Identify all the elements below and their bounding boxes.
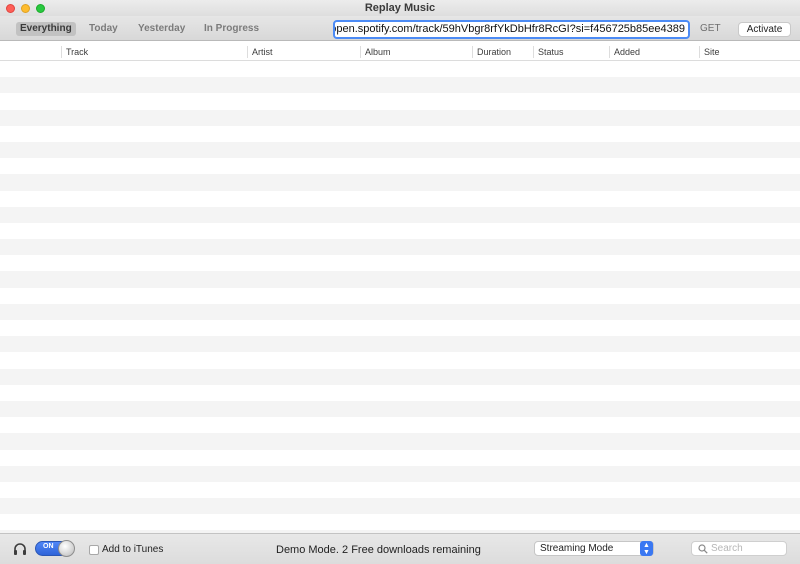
empty-row [0, 77, 800, 94]
close-window-button[interactable] [6, 4, 15, 13]
table-header: Track Artist Album Duration Status Added… [0, 42, 800, 61]
column-header-album[interactable]: Album [360, 46, 391, 58]
search-box[interactable] [691, 541, 787, 556]
empty-row [0, 336, 800, 353]
tab-yesterday[interactable]: Yesterday [134, 22, 189, 36]
window-title: Replay Music [364, 2, 436, 14]
empty-row [0, 93, 800, 110]
tab-in-progress[interactable]: In Progress [200, 22, 263, 36]
tab-today[interactable]: Today [85, 22, 122, 36]
empty-row [0, 141, 800, 159]
empty-row [0, 498, 800, 515]
toggle-label: ON [43, 543, 54, 550]
toolbar: Everything Today Yesterday In Progress s… [0, 16, 800, 41]
toggle-knob-icon [58, 540, 75, 557]
app-window: Replay Music Everything Today Yesterday … [0, 0, 800, 564]
empty-row [0, 481, 800, 499]
empty-row [0, 255, 800, 272]
activate-button[interactable]: Activate [738, 22, 791, 37]
search-input[interactable] [711, 542, 785, 555]
get-button[interactable]: GET [700, 23, 721, 34]
bottom-bar: ON Add to iTunes Demo Mode. 2 Free downl… [0, 533, 800, 564]
empty-row [0, 125, 800, 142]
empty-row [0, 222, 800, 240]
empty-row [0, 174, 800, 191]
url-input[interactable]: s://open.spotify.com/track/59hVbgr8rfYkD… [333, 20, 690, 39]
empty-row [0, 320, 800, 337]
headphones-icon[interactable] [13, 542, 27, 556]
tab-everything[interactable]: Everything [16, 22, 76, 36]
mode-select-value: Streaming Mode [540, 543, 614, 554]
track-list[interactable] [0, 61, 800, 533]
column-header-track[interactable]: Track [61, 46, 88, 58]
mode-select[interactable]: Streaming Mode ▲ ▼ [534, 541, 654, 556]
empty-row [0, 61, 800, 78]
empty-row [0, 109, 800, 126]
empty-row [0, 384, 800, 401]
empty-row [0, 206, 800, 223]
empty-row [0, 352, 800, 369]
empty-row [0, 465, 800, 482]
maximize-window-button[interactable] [36, 4, 45, 13]
url-text: s://open.spotify.com/track/59hVbgr8rfYkD… [333, 23, 685, 35]
column-header-site[interactable]: Site [699, 46, 720, 58]
empty-row [0, 190, 800, 207]
record-toggle[interactable]: ON [35, 540, 75, 557]
search-icon [698, 544, 708, 554]
empty-row [0, 239, 800, 256]
empty-row [0, 303, 800, 320]
column-header-artist[interactable]: Artist [247, 46, 273, 58]
column-header-status[interactable]: Status [533, 46, 564, 58]
empty-row [0, 158, 800, 175]
empty-row [0, 400, 800, 418]
add-to-itunes-checkbox[interactable] [89, 545, 99, 555]
up-down-arrows-icon: ▲ ▼ [640, 541, 653, 556]
column-header-duration[interactable]: Duration [472, 46, 511, 58]
empty-row [0, 287, 800, 304]
title-bar[interactable]: Replay Music [0, 0, 800, 16]
minimize-window-button[interactable] [21, 4, 30, 13]
empty-row [0, 417, 800, 434]
empty-row [0, 514, 800, 531]
column-header-added[interactable]: Added [609, 46, 640, 58]
empty-row [0, 271, 800, 288]
status-text: Demo Mode. 2 Free downloads remaining [276, 544, 481, 556]
add-to-itunes-label[interactable]: Add to iTunes [102, 544, 163, 555]
empty-row [0, 449, 800, 466]
empty-row [0, 433, 800, 450]
empty-row [0, 368, 800, 385]
